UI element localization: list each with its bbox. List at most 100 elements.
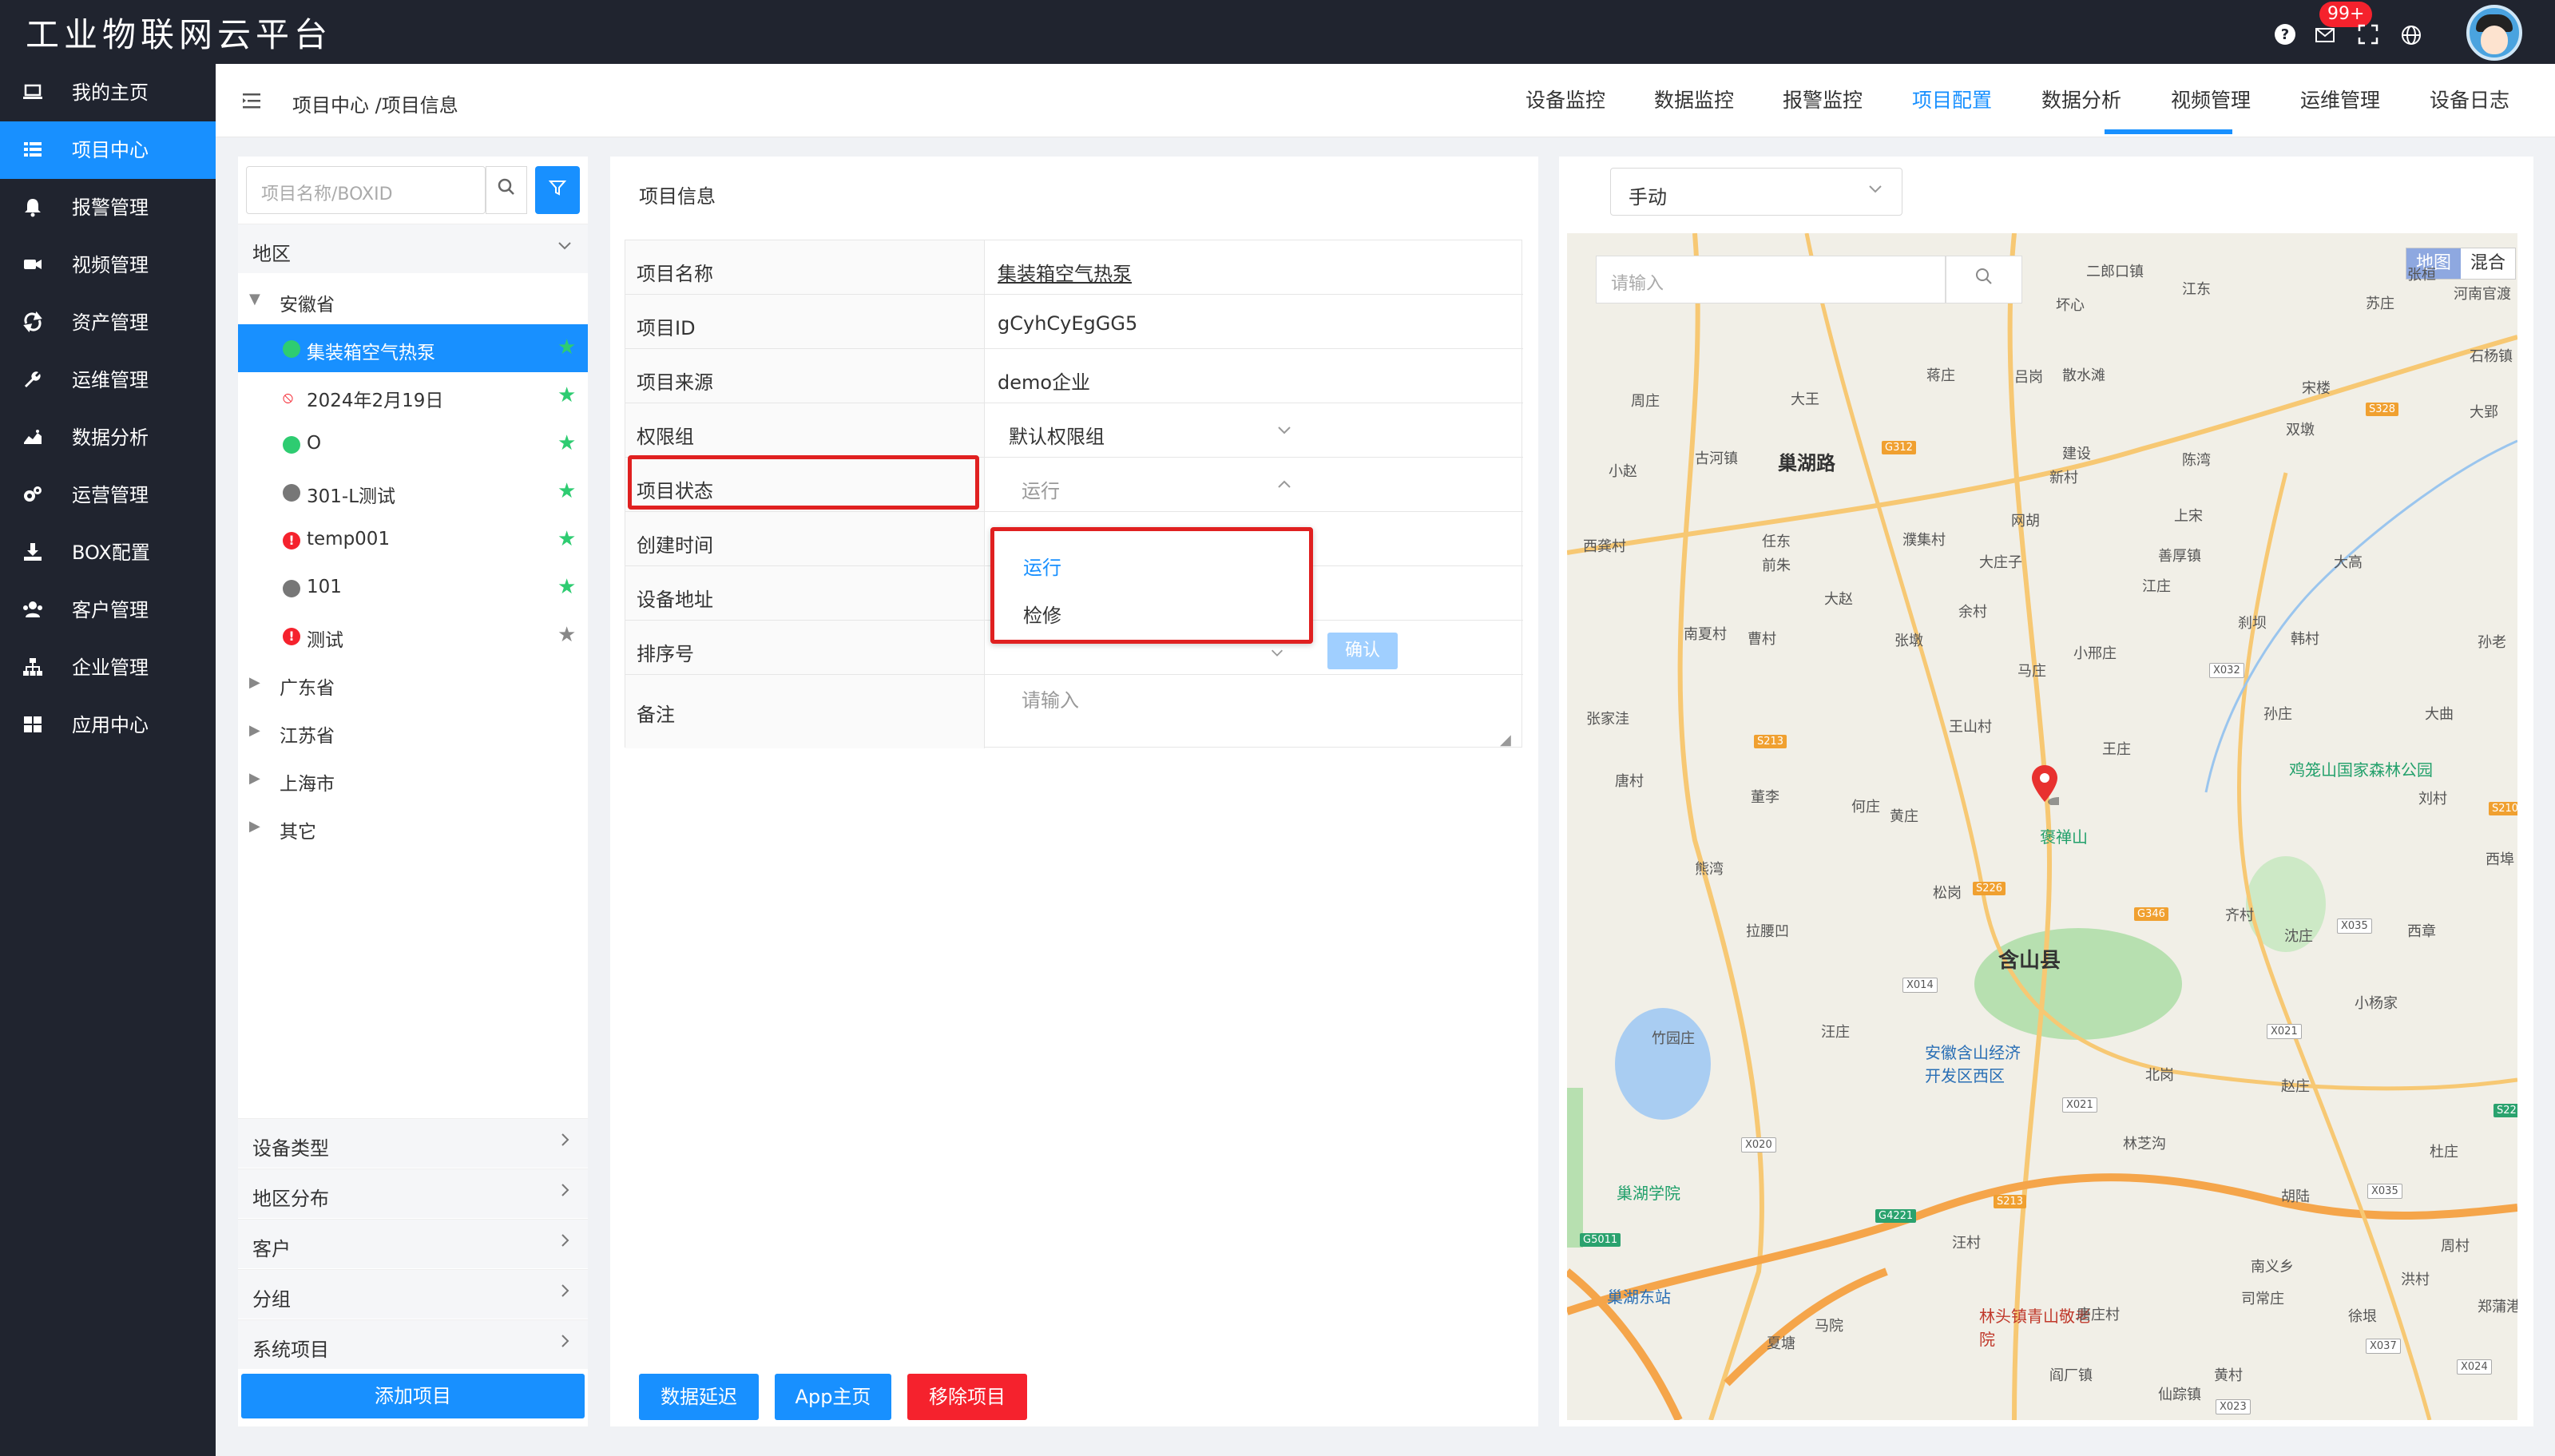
sidebar-item-box-config[interactable]: BOX配置 <box>0 524 216 581</box>
status-select[interactable]: 运行 <box>1022 475 1060 503</box>
map-label-station: 巢湖东站 <box>1607 1287 1671 1307</box>
star-icon[interactable]: ★ <box>557 623 576 647</box>
field-label: 备注 <box>625 675 985 748</box>
tab-device-monitor[interactable]: 设备监控 <box>1525 85 1605 113</box>
tree-project-item[interactable]: 集装箱空气热泵 ★ <box>238 324 588 372</box>
sidebar-item-customers[interactable]: 客户管理 <box>0 581 216 639</box>
map-label-village: 张桓 <box>2407 267 2436 284</box>
star-icon[interactable]: ★ <box>557 335 576 359</box>
fullscreen-icon[interactable] <box>2356 22 2380 46</box>
help-icon[interactable]: ? <box>2273 22 2297 46</box>
tree-project-item[interactable]: 101 ★ <box>238 564 588 612</box>
chevron-right-icon <box>556 1130 573 1154</box>
tree-label: 301-L测试 <box>307 486 396 507</box>
resize-handle-icon[interactable]: ◢ <box>1500 732 1511 748</box>
sidebar-item-operations[interactable]: 运营管理 <box>0 466 216 524</box>
status-option-maintenance[interactable]: 检修 <box>1023 600 1061 628</box>
map-search-input[interactable]: 请输入 <box>1596 256 1946 303</box>
filter-region-distribution[interactable]: 地区分布 <box>238 1168 588 1218</box>
location-pin-icon[interactable] <box>2030 765 2070 808</box>
add-project-button[interactable]: 添加项目 <box>241 1374 585 1418</box>
sidebar-item-data-analysis[interactable]: 数据分析 <box>0 409 216 466</box>
star-icon[interactable]: ★ <box>557 431 576 455</box>
field-label: 权限组 <box>625 403 985 457</box>
remove-project-button[interactable]: 移除项目 <box>907 1374 1027 1420</box>
map-label-town: 古河镇 <box>1695 450 1738 467</box>
sidebar-item-assets[interactable]: 资产管理 <box>0 294 216 351</box>
filter-device-type[interactable]: 设备类型 <box>238 1118 588 1168</box>
map-label-town: 仙踪镇 <box>2158 1387 2201 1403</box>
road-shield: X020 <box>1741 1137 1776 1153</box>
filter-system-project[interactable]: 系统项目 <box>238 1319 588 1369</box>
caret-right-icon: ▶ <box>249 818 260 835</box>
video-icon <box>22 254 43 275</box>
tree-project-item[interactable]: O ★ <box>238 420 588 468</box>
map-label-forest: 鸡笼山国家森林公园 <box>2289 760 2433 780</box>
online-status-icon <box>283 340 300 358</box>
star-icon[interactable]: ★ <box>557 479 576 503</box>
menu-collapse-icon[interactable] <box>243 91 264 115</box>
tab-video-management[interactable]: 视频管理 <box>2171 85 2251 113</box>
tree-province-shanghai[interactable]: ▶ 上海市 <box>238 756 588 803</box>
map-search-button[interactable] <box>1946 256 2022 303</box>
tab-ops-management[interactable]: 运维管理 <box>2300 85 2380 113</box>
star-icon[interactable]: ★ <box>557 575 576 599</box>
location-mode-select[interactable]: 手动 <box>1610 168 1902 216</box>
tab-data-analysis[interactable]: 数据分析 <box>2041 85 2121 113</box>
sidebar-item-label: 我的主页 <box>72 81 149 104</box>
region-filter-header[interactable]: 地区 <box>238 224 588 273</box>
map-label-village: 建设 <box>2062 446 2091 462</box>
filter-group[interactable]: 分组 <box>238 1269 588 1319</box>
filter-button[interactable] <box>535 166 580 214</box>
status-option-running[interactable]: 运行 <box>1023 552 1061 580</box>
tab-alarm-monitor[interactable]: 报警监控 <box>1783 85 1863 113</box>
sidebar-item-home[interactable]: 我的主页 <box>0 64 216 121</box>
tree-project-item[interactable]: ! temp001 ★ <box>238 516 588 564</box>
remark-textarea[interactable]: 请输入 <box>1022 684 1079 712</box>
tab-data-monitor[interactable]: 数据监控 <box>1654 85 1734 113</box>
map-type-hybrid[interactable]: 混合 <box>2461 248 2515 279</box>
tree-label: 101 <box>307 577 342 597</box>
language-icon[interactable] <box>2399 24 2423 48</box>
confirm-button[interactable]: 确认 <box>1327 633 1398 669</box>
map-label-village: 刹坝 <box>2238 615 2267 632</box>
project-search-input[interactable]: 项目名称/BOXID <box>246 166 486 214</box>
tab-project-config[interactable]: 项目配置 <box>1912 85 1992 113</box>
sidebar-item-label: 项目中心 <box>72 139 149 161</box>
sidebar-item-enterprise[interactable]: 企业管理 <box>0 639 216 696</box>
map-label-village: 夏塘 <box>1767 1335 1795 1352</box>
tree-project-item[interactable]: 301-L测试 ★ <box>238 468 588 516</box>
star-icon[interactable]: ★ <box>557 383 576 407</box>
sidebar-item-video[interactable]: 视频管理 <box>0 236 216 294</box>
filter-customer[interactable]: 客户 <box>238 1219 588 1268</box>
map-label-village: 上宋 <box>2174 508 2203 525</box>
road-shield: S226 <box>1973 882 2006 895</box>
permission-select[interactable]: 默认权限组 <box>1009 421 1105 449</box>
sidebar-item-label: 客户管理 <box>72 599 149 621</box>
tree-project-item[interactable]: ⦸ 2024年2月19日 ★ <box>238 372 588 420</box>
app-home-button[interactable]: App主页 <box>775 1374 891 1420</box>
map-label-village: 董李 <box>1751 789 1779 806</box>
sidebar-item-project-center[interactable]: 项目中心 <box>0 121 216 179</box>
tree-province-other[interactable]: ▶ 其它 <box>238 803 588 851</box>
map-label-village: 南义乡 <box>2251 1259 2294 1275</box>
sidebar-item-alarm[interactable]: 报警管理 <box>0 179 216 236</box>
tab-device-log[interactable]: 设备日志 <box>2430 85 2509 113</box>
tree-province-jiangsu[interactable]: ▶ 江苏省 <box>238 708 588 756</box>
map-panel: 手动 请输入 地图 混合 含山县 巢湖路 褒禅山 鸡笼山国家森林公园 安徽含山经… <box>1559 157 2533 1426</box>
tree-province-anhui[interactable]: ▼ 安徽省 <box>238 276 588 324</box>
search-button[interactable] <box>486 166 527 214</box>
user-avatar[interactable] <box>2466 5 2522 61</box>
form-row-source: 项目来源 demo企业 <box>625 349 1523 403</box>
sidebar-item-app-center[interactable]: 应用中心 <box>0 696 216 754</box>
tree-project-item[interactable]: ! 测试 ★ <box>238 612 588 660</box>
map-label-village: 大高 <box>2334 554 2363 571</box>
tree-province-guangdong[interactable]: ▶ 广东省 <box>238 660 588 708</box>
star-icon[interactable]: ★ <box>557 527 576 551</box>
sidebar-item-maintenance[interactable]: 运维管理 <box>0 351 216 409</box>
chevron-down-icon[interactable] <box>1269 645 1285 665</box>
data-delay-button[interactable]: 数据延迟 <box>639 1374 759 1420</box>
map-view[interactable]: 请输入 地图 混合 含山县 巢湖路 褒禅山 鸡笼山国家森林公园 安徽含山经济开发区… <box>1567 233 2517 1420</box>
panel-title: 项目信息 <box>639 185 716 208</box>
project-name-link[interactable]: 集装箱空气热泵 <box>998 258 1132 286</box>
